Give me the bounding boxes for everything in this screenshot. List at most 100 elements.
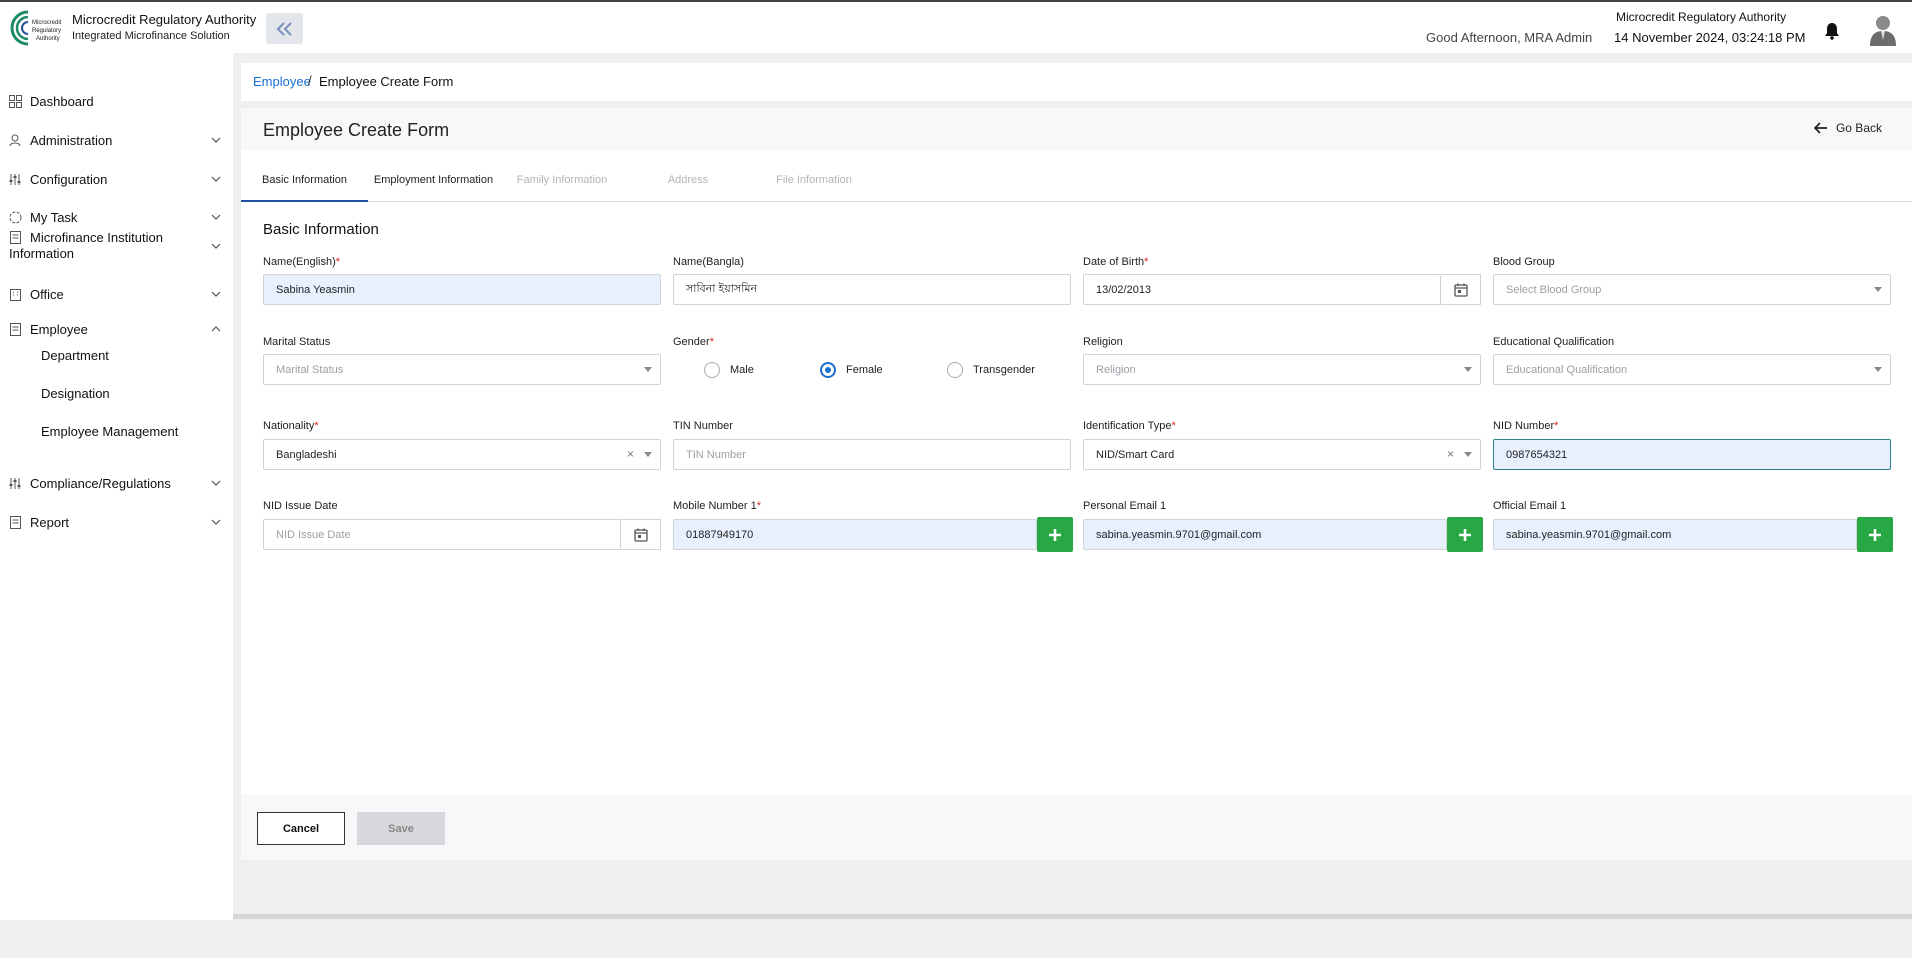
add-mobile-button[interactable]: [1037, 517, 1073, 552]
mra-logo: Microcredit Regulatory Authority: [10, 10, 62, 46]
date-of-birth-input[interactable]: 13/02/2013: [1083, 274, 1441, 305]
personal-email-input[interactable]: sabina.yeasmin.9701@gmail.com: [1083, 519, 1447, 550]
label-text: Gender: [673, 336, 710, 348]
top-bar: Microcredit Regulatory Authority Microcr…: [0, 0, 1912, 53]
sidebar-item-configuration[interactable]: Configuration: [0, 164, 233, 194]
official-email-input[interactable]: sabina.yeasmin.9701@gmail.com: [1493, 519, 1857, 550]
chevron-down-icon: [211, 519, 221, 525]
go-back-button[interactable]: Go Back: [1813, 121, 1882, 135]
clear-icon[interactable]: ×: [627, 447, 634, 461]
sidebar-item-report[interactable]: Report: [0, 507, 233, 537]
nid-issue-date-label: NID Issue Date: [263, 500, 338, 512]
chevron-down-icon: [211, 137, 221, 143]
breadcrumb: Employee / Employee Create Form: [241, 63, 1912, 101]
required-mark: *: [1554, 420, 1559, 432]
logo-text-1: Microcredit: [32, 20, 62, 26]
tab-file-information[interactable]: File Information: [751, 158, 877, 202]
sidebar-item-label: Configuration: [30, 171, 108, 187]
tab-employment-information[interactable]: Employment Information: [368, 158, 499, 202]
religion-placeholder: Religion: [1096, 363, 1136, 376]
name-bangla-input[interactable]: সাবিনা ইয়াসমিন: [673, 274, 1071, 305]
user-avatar-icon[interactable]: [1870, 14, 1896, 46]
nationality-label: Nationality*: [263, 420, 319, 432]
tin-number-input[interactable]: TIN Number: [673, 439, 1071, 470]
calendar-icon: [633, 528, 648, 542]
section-title: Basic Information: [263, 221, 379, 238]
circle-task-icon: [9, 211, 22, 223]
sidebar-item-label: Report: [30, 514, 70, 530]
blood-group-select[interactable]: Select Blood Group: [1493, 274, 1891, 305]
gender-label: Gender*: [673, 336, 714, 348]
radio-button[interactable]: [947, 362, 963, 378]
collapse-sidebar-button[interactable]: [266, 13, 303, 44]
label-text: Name(English): [263, 256, 336, 268]
nationality-select[interactable]: Bangladeshi ×: [263, 439, 661, 470]
office-icon: [10, 288, 21, 301]
radio-button-selected[interactable]: [820, 362, 836, 378]
breadcrumb-current: Employee Create Form: [319, 74, 454, 89]
sidebar-item-microfinance-institution[interactable]: Microfinance Institution Information: [0, 223, 233, 269]
gender-radio-female[interactable]: Female: [820, 362, 883, 378]
name-english-label: Name(English)*: [263, 256, 340, 268]
gender-radio-transgender[interactable]: Transgender: [947, 362, 1035, 378]
sliders-icon: [9, 173, 21, 185]
plus-icon: [1869, 528, 1881, 541]
calendar-icon: [1453, 283, 1468, 297]
add-personal-email-button[interactable]: [1447, 517, 1483, 552]
required-mark: *: [709, 336, 714, 348]
nid-issue-calendar-button[interactable]: [621, 519, 661, 550]
sidebar-subitem-employee-management[interactable]: Employee Management: [41, 424, 178, 439]
save-button[interactable]: Save: [357, 812, 445, 845]
mobile-number-input[interactable]: 01887949170: [673, 519, 1037, 550]
name-english-input[interactable]: Sabina Yeasmin: [263, 274, 661, 305]
horizontal-scrollbar[interactable]: [233, 914, 1912, 919]
notification-bell-icon[interactable]: [1824, 22, 1840, 40]
chevron-down-icon: [211, 214, 221, 220]
chevron-down-icon: [211, 176, 221, 182]
nid-issue-date-input[interactable]: NID Issue Date: [263, 519, 621, 550]
sidebar-item-administration[interactable]: Administration: [0, 125, 233, 155]
sidebar-subitem-designation[interactable]: Designation: [41, 386, 110, 401]
required-mark: *: [1144, 256, 1149, 268]
education-select[interactable]: Educational Qualification: [1493, 354, 1891, 385]
add-official-email-button[interactable]: [1857, 517, 1893, 552]
sidebar-item-compliance[interactable]: Compliance/Regulations: [0, 468, 233, 498]
grid-icon: [9, 94, 22, 108]
greeting-text: Good Afternoon, MRA Admin: [1426, 30, 1593, 45]
nid-number-input[interactable]: 0987654321: [1493, 439, 1891, 470]
tab-address[interactable]: Address: [625, 158, 751, 202]
sidebar-item-label: Dashboard: [30, 93, 94, 109]
chevron-down-icon: [1464, 367, 1472, 372]
tab-basic-information[interactable]: Basic Information: [241, 158, 368, 202]
label-text: Mobile Number 1: [673, 500, 757, 512]
breadcrumb-employee-link[interactable]: Employee: [253, 74, 311, 89]
identification-type-label: Identification Type*: [1083, 420, 1176, 432]
radio-button[interactable]: [704, 362, 720, 378]
nationality-value: Bangladeshi: [276, 448, 337, 461]
identification-type-select[interactable]: NID/Smart Card ×: [1083, 439, 1481, 470]
page-title: Employee Create Form: [263, 120, 450, 140]
tab-family-information[interactable]: Family Information: [499, 158, 625, 202]
sidebar-item-dashboard[interactable]: Dashboard: [0, 86, 233, 116]
org-name: Microcredit Regulatory Authority: [72, 12, 257, 27]
chevron-down-icon: [1874, 287, 1882, 292]
cancel-button[interactable]: Cancel: [257, 812, 345, 845]
religion-select[interactable]: Religion: [1083, 354, 1481, 385]
sidebar-subitem-department[interactable]: Department: [41, 348, 109, 363]
name-bangla-label: Name(Bangla): [673, 256, 744, 268]
required-mark: *: [314, 420, 319, 432]
education-placeholder: Educational Qualification: [1506, 363, 1628, 376]
card-header: Employee Create Form Go Back: [241, 108, 1912, 150]
sidebar-item-label: Microfinance Institution Information: [9, 230, 163, 261]
plus-icon: [1459, 528, 1471, 541]
marital-status-select[interactable]: Marital Status: [263, 354, 661, 385]
dob-calendar-button[interactable]: [1441, 274, 1481, 305]
clear-icon[interactable]: ×: [1447, 447, 1454, 461]
gender-radio-male[interactable]: Male: [704, 362, 754, 378]
sidebar-item-employee[interactable]: Employee: [0, 314, 233, 344]
double-chevron-left-icon: [276, 21, 292, 36]
sidebar-item-office[interactable]: Office: [0, 279, 233, 309]
blood-group-placeholder: Select Blood Group: [1506, 283, 1602, 296]
marital-status-label: Marital Status: [263, 336, 331, 348]
employee-form-card: Employee Create Form Go Back Basic Infor…: [241, 108, 1912, 860]
